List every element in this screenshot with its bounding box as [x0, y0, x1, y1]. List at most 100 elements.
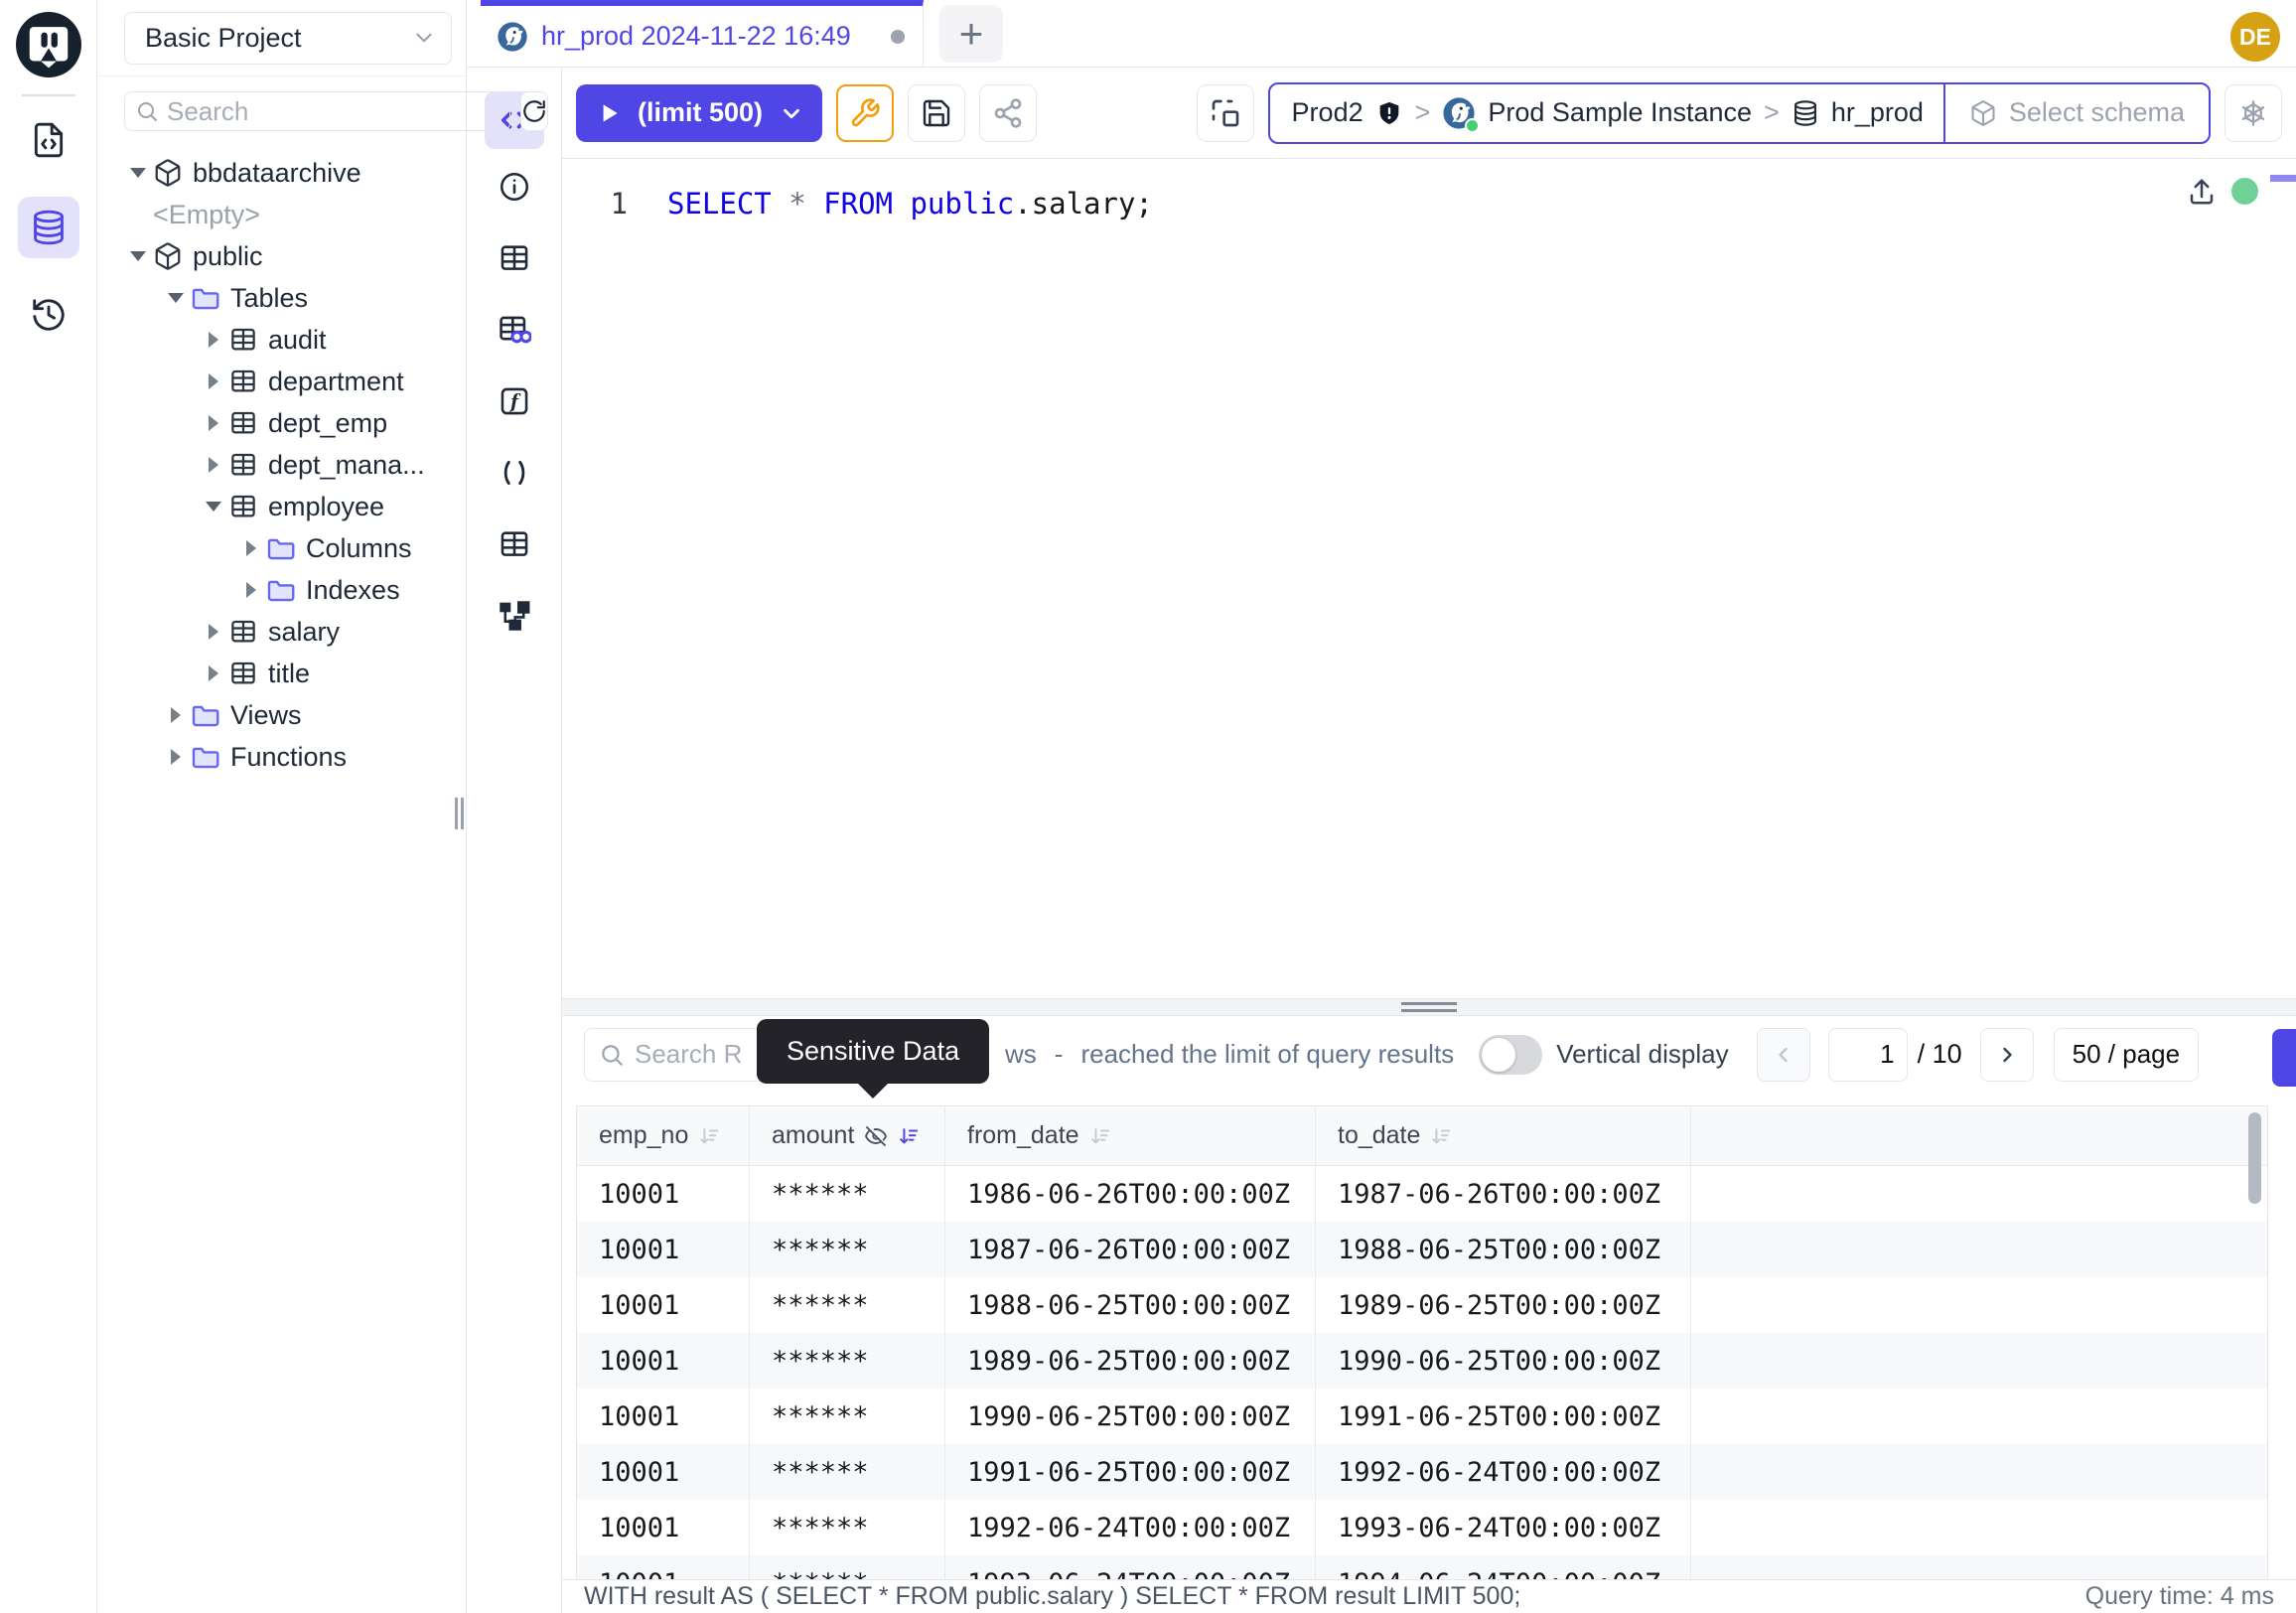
functions-panel-button[interactable]: f — [491, 377, 538, 425]
sidebar-search-box[interactable] — [124, 91, 510, 131]
caret-down-icon[interactable] — [161, 293, 191, 303]
new-tab-button[interactable]: + — [939, 5, 1003, 63]
caret-right-icon[interactable] — [236, 540, 266, 556]
sort-icon-active[interactable] — [898, 1125, 920, 1147]
sort-icon[interactable] — [698, 1125, 720, 1147]
sidebar-search-input[interactable] — [167, 96, 500, 127]
column-header-filler — [1691, 1106, 2267, 1165]
column-label: emp_no — [599, 1121, 688, 1150]
table-row[interactable]: 10001******1991-06-25T00:00:00Z1992-06-2… — [577, 1444, 2267, 1500]
tab-hr-prod[interactable]: hr_prod 2024-11-22 16:49 — [481, 0, 924, 67]
save-sheet-button[interactable] — [908, 84, 965, 142]
cell-to_date: 1990-06-25T00:00:00Z — [1316, 1333, 1691, 1389]
tree-item-indexes[interactable]: Indexes — [97, 569, 466, 611]
tables-panel-button[interactable] — [491, 234, 538, 282]
wrench-icon — [849, 97, 881, 129]
refresh-schema-button[interactable] — [520, 91, 548, 131]
table-row[interactable]: 10001******1988-06-25T00:00:00Z1989-06-2… — [577, 1277, 2267, 1333]
rail-item-history[interactable] — [18, 284, 79, 346]
search-icon — [135, 99, 159, 123]
table-row[interactable]: 10001******1993-06-24T00:00:00Z1994-06-2… — [577, 1555, 2267, 1579]
table-row[interactable]: 10001******1986-06-26T00:00:00Z1987-06-2… — [577, 1166, 2267, 1222]
caret-down-icon[interactable] — [123, 168, 153, 178]
tree-item-employee[interactable]: employee — [97, 486, 466, 527]
environment-selector[interactable]: Prod2 — [1292, 97, 1403, 128]
instance-online-dot — [1465, 118, 1480, 133]
table-row[interactable]: 10001******1989-06-25T00:00:00Z1990-06-2… — [577, 1333, 2267, 1389]
share-sheet-button[interactable] — [979, 84, 1037, 142]
caret-right-icon[interactable] — [199, 457, 228, 473]
tree-item-dept-emp[interactable]: dept_emp — [97, 402, 466, 444]
caret-right-icon[interactable] — [199, 332, 228, 348]
history-icon — [30, 296, 68, 334]
tree-item-bbdataarchive[interactable]: bbdataarchive — [97, 152, 466, 194]
tree-item-public[interactable]: public — [97, 235, 466, 277]
tree-item-functions[interactable]: Functions — [97, 736, 466, 778]
table-row[interactable]: 10001******1987-06-26T00:00:00Z1988-06-2… — [577, 1222, 2267, 1277]
caret-right-icon[interactable] — [199, 373, 228, 389]
run-query-button[interactable]: (limit 500) — [576, 84, 822, 142]
sidebar-resize-handle[interactable] — [455, 798, 464, 829]
ai-assistant-button[interactable] — [2224, 84, 2282, 142]
column-header-amount[interactable]: amount — [750, 1106, 945, 1165]
project-selector[interactable]: Basic Project — [124, 12, 452, 65]
procedures-panel-button[interactable] — [491, 449, 538, 497]
caret-right-icon[interactable] — [199, 415, 228, 431]
search-icon — [599, 1042, 625, 1068]
tree-item-empty[interactable]: <Empty> — [97, 194, 466, 235]
tree-item-dept-mana[interactable]: dept_mana... — [97, 444, 466, 486]
cell-to_date: 1989-06-25T00:00:00Z — [1316, 1277, 1691, 1333]
admin-wrench-button[interactable] — [836, 84, 894, 142]
tree-item-salary[interactable]: salary — [97, 611, 466, 653]
sort-icon[interactable] — [1430, 1125, 1452, 1147]
page-number-input[interactable] — [1828, 1028, 1908, 1082]
tree-item-columns[interactable]: Columns — [97, 527, 466, 569]
schema-selector[interactable]: Select schema — [1943, 84, 2209, 142]
export-results-button[interactable] — [2272, 1029, 2296, 1087]
sort-icon[interactable] — [1089, 1125, 1111, 1147]
caret-right-icon[interactable] — [199, 624, 228, 640]
caret-down-icon[interactable] — [123, 251, 153, 261]
sql-code: SELECT * FROM public.salary; — [667, 187, 1153, 220]
cell-amount: ****** — [750, 1222, 945, 1277]
eye-off-icon[interactable] — [864, 1124, 888, 1148]
table-scrollbar-thumb[interactable] — [2248, 1112, 2261, 1204]
external-tables-panel-button[interactable] — [491, 520, 538, 568]
instance-selector[interactable]: Prod Sample Instance — [1442, 96, 1752, 130]
column-header-emp-no[interactable]: emp_no — [577, 1106, 750, 1165]
caret-down-icon[interactable] — [199, 502, 228, 512]
rail-item-databases[interactable] — [18, 197, 79, 258]
table-row[interactable]: 10001******1990-06-25T00:00:00Z1991-06-2… — [577, 1389, 2267, 1444]
info-button[interactable] — [491, 163, 538, 211]
batch-query-button[interactable] — [1197, 84, 1254, 142]
caret-right-icon[interactable] — [199, 665, 228, 681]
caret-right-icon[interactable] — [236, 582, 266, 598]
tree-item-audit[interactable]: audit — [97, 319, 466, 361]
splitter-handle-icon[interactable] — [1401, 1002, 1457, 1012]
tree-item-label: bbdataarchive — [193, 158, 361, 189]
schema-diagram-button[interactable] — [491, 592, 538, 640]
tree-item-title[interactable]: title — [97, 653, 466, 694]
avatar[interactable]: DE — [2230, 12, 2280, 62]
sensitive-data-view-button[interactable] — [491, 306, 538, 354]
database-selector[interactable]: hr_prod — [1792, 97, 1924, 128]
table-icon — [228, 367, 268, 396]
panel-splitter[interactable] — [562, 998, 2296, 1016]
rail-item-worksheets[interactable] — [18, 109, 79, 171]
vertical-display-toggle[interactable] — [1479, 1035, 1542, 1075]
tree-item-views[interactable]: Views — [97, 694, 466, 736]
bytebase-logo[interactable] — [16, 12, 81, 77]
table-row[interactable]: 10001******1992-06-24T00:00:00Z1993-06-2… — [577, 1500, 2267, 1555]
caret-right-icon[interactable] — [161, 749, 191, 765]
tree-item-tables[interactable]: Tables — [97, 277, 466, 319]
column-header-from-date[interactable]: from_date — [945, 1106, 1316, 1165]
tree-item-department[interactable]: department — [97, 361, 466, 402]
prev-page-button[interactable] — [1757, 1028, 1810, 1082]
page-size-select[interactable]: 50 / page — [2054, 1028, 2199, 1082]
next-page-button[interactable] — [1980, 1028, 2034, 1082]
run-options-chevron-icon[interactable] — [779, 100, 804, 126]
caret-right-icon[interactable] — [161, 707, 191, 723]
sql-editor[interactable]: 1 SELECT * FROM public.salary; — [562, 159, 2296, 998]
column-header-to-date[interactable]: to_date — [1316, 1106, 1691, 1165]
export-sheet-icon[interactable] — [2187, 177, 2217, 207]
